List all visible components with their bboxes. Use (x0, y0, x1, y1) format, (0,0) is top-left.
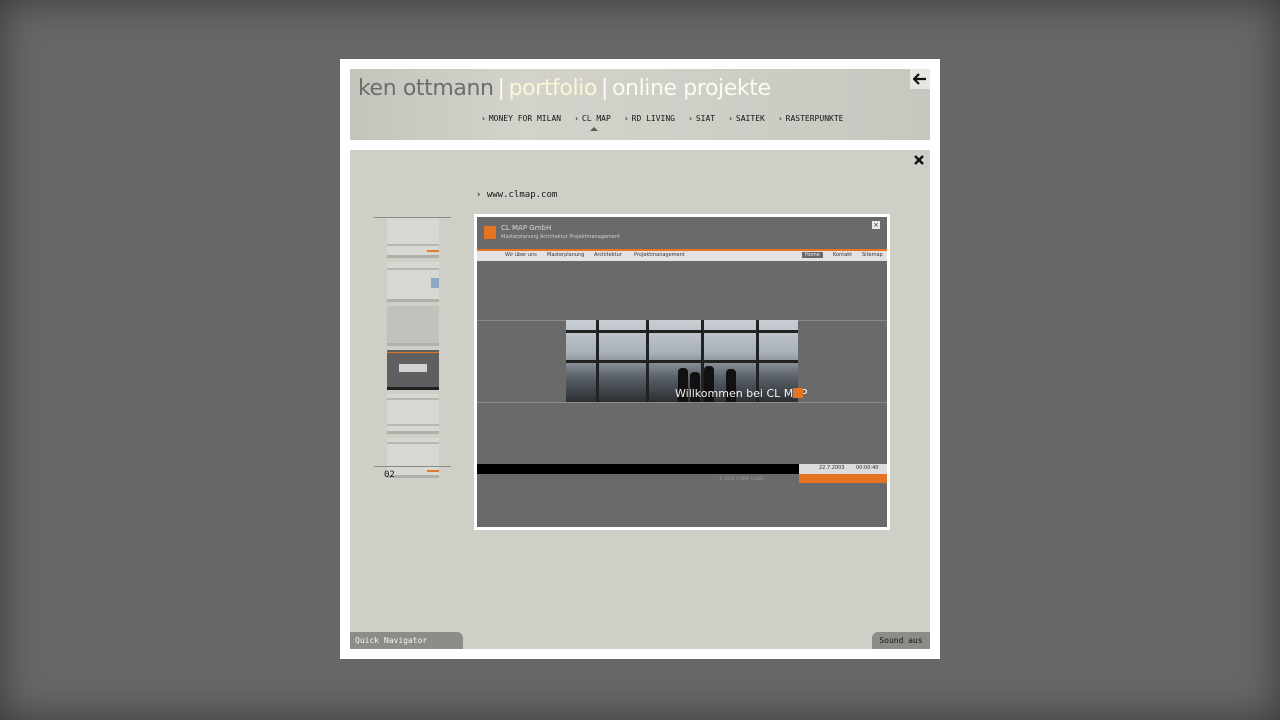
arrow-left-icon (913, 73, 926, 85)
nav-item-money-for-milan[interactable]: › MONEY FOR MILAN (481, 114, 574, 123)
preview-subtitle: Masterplanung Architektur Projektmanagem… (501, 234, 621, 240)
page-title: ken ottmann | portfolio | online projekte (358, 76, 771, 101)
thumbnail-4[interactable] (387, 350, 439, 390)
preview-copyright: © 2003 CLMAP GmbH (719, 476, 764, 481)
title-portfolio: portfolio (508, 76, 598, 101)
chevron-right-icon: › (481, 114, 486, 123)
nav-item-rd-living[interactable]: › RD LIVING (624, 114, 688, 123)
preview-close-icon: × (872, 221, 880, 229)
preview-brand: CL MAP GmbH (501, 224, 552, 232)
thumbnail-2[interactable] (387, 262, 439, 302)
title-separator-1: | (497, 76, 505, 101)
nav-item-siat[interactable]: › SIAT (688, 114, 728, 123)
header: ken ottmann | portfolio | online projekte › M… (350, 69, 930, 140)
project-screenshot: CL MAP GmbH Masterplanung Architektur Pr… (474, 214, 890, 530)
thumbnail-5[interactable] (387, 394, 439, 434)
title-separator-2: | (600, 76, 608, 101)
content-panel: › www.clmap.com 02 CL MAP GmbH Masterpla… (350, 150, 930, 649)
chevron-right-icon: › (688, 114, 693, 123)
active-indicator-icon (590, 127, 599, 131)
nav-item-saitek[interactable]: › SAITEK (728, 114, 778, 123)
preview-menu: Wir über uns Masterplanung Architektur P… (477, 251, 887, 261)
thumbnail-strip (374, 217, 451, 478)
title-online-projekte: online projekte (611, 76, 771, 101)
close-icon (914, 155, 924, 165)
project-link[interactable]: › www.clmap.com (476, 190, 557, 200)
page-number: 02 (384, 470, 395, 480)
nav-item-cl-map[interactable]: › CL MAP (574, 114, 624, 131)
thumbnail-1[interactable] (387, 218, 439, 258)
thumb-strip-bottom-rule (374, 466, 451, 467)
portfolio-window: ken ottmann | portfolio | online projekte › M… (340, 59, 940, 659)
project-nav: › MONEY FOR MILAN › CL MAP › RD LIVING › SIA… (481, 114, 857, 131)
chevron-right-icon: › (777, 114, 783, 123)
chevron-right-icon: › (476, 190, 487, 200)
chevron-right-icon: › (574, 114, 579, 123)
sound-toggle-button[interactable]: Sound aus (872, 632, 930, 649)
thumbnail-3[interactable] (387, 306, 439, 346)
chevron-right-icon: › (728, 114, 733, 123)
quick-navigator-button[interactable]: Quick Navigator (350, 632, 463, 649)
nav-item-rasterpunkte[interactable]: › RASTERPUNKTE (778, 114, 857, 123)
clmap-logo (484, 226, 496, 239)
back-button[interactable] (910, 69, 930, 89)
close-button[interactable] (912, 153, 926, 167)
chevron-right-icon: › (623, 114, 629, 123)
title-name: ken ottmann (358, 76, 494, 101)
preview-welcome: Willkommen bei CL MAP (675, 387, 808, 400)
